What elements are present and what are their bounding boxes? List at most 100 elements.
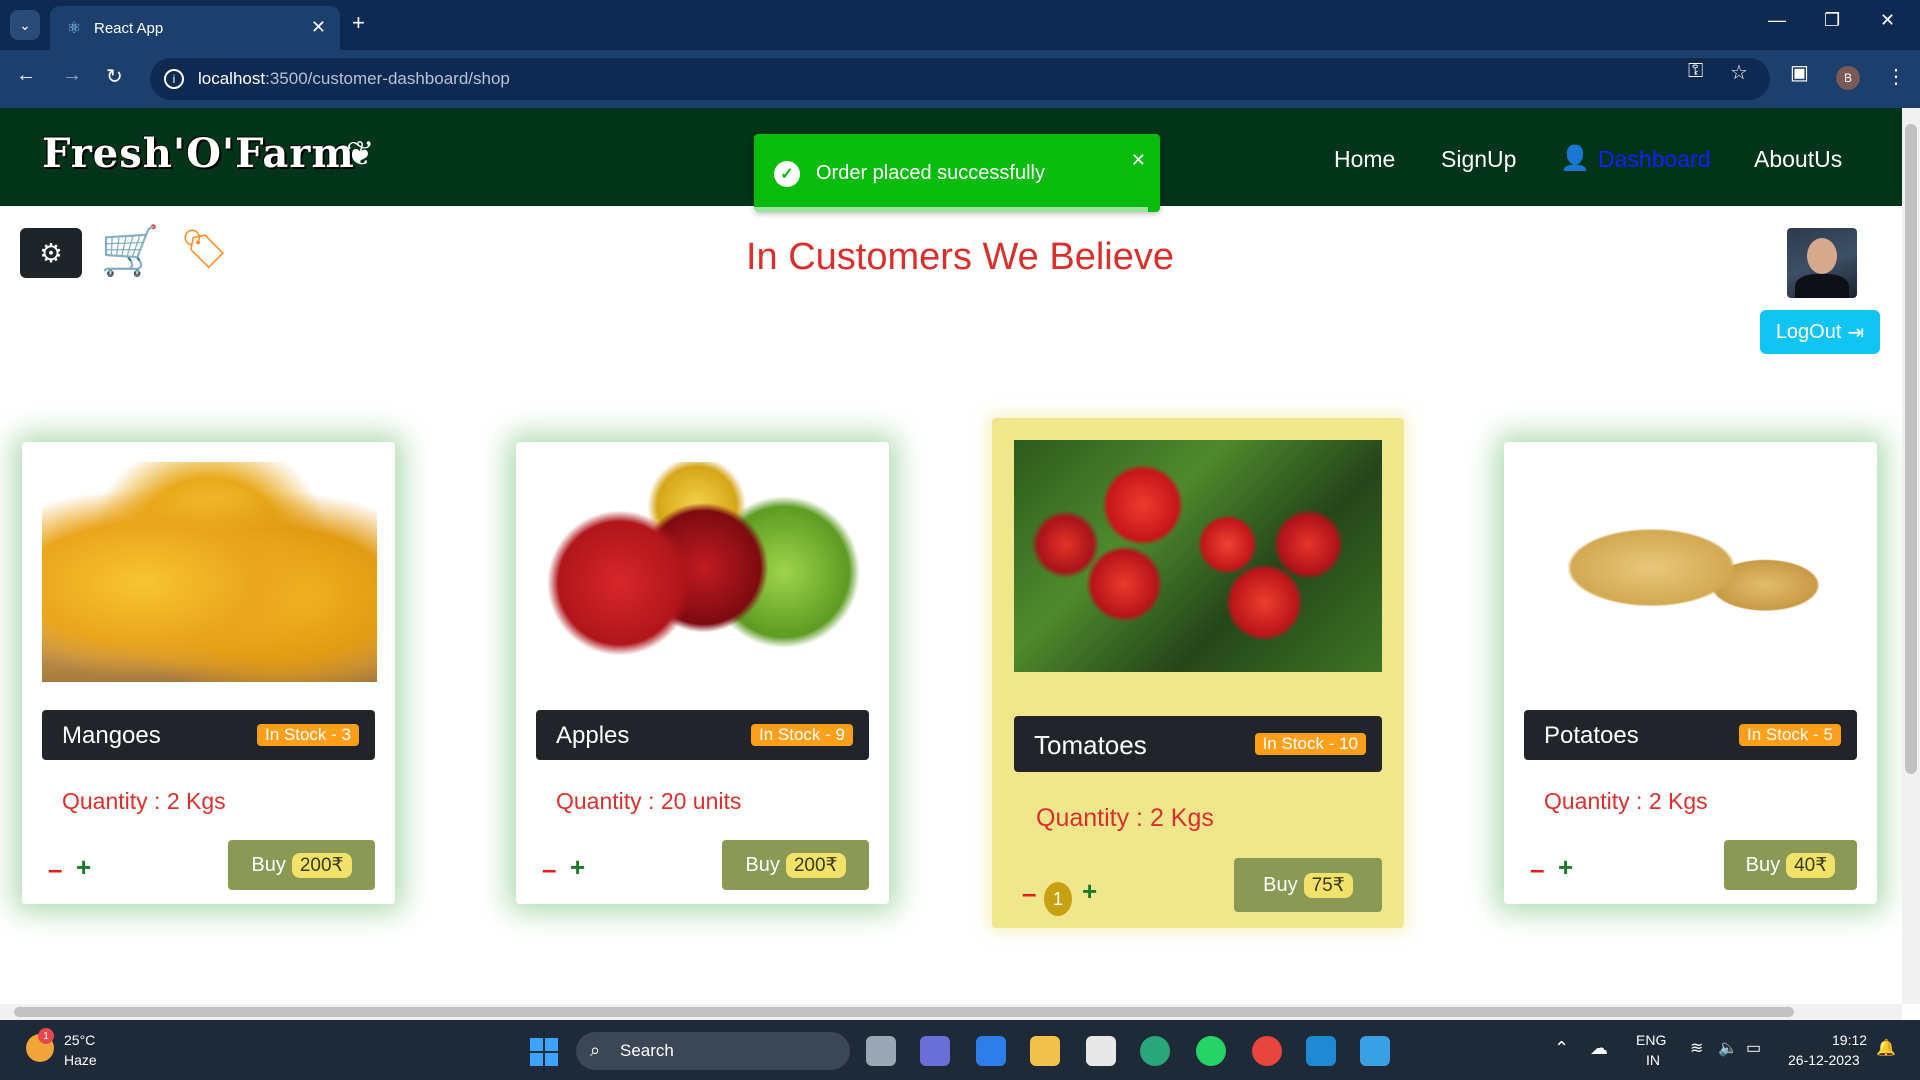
increase-button[interactable]: + xyxy=(76,852,91,883)
side-panel-icon[interactable]: ▣ xyxy=(1790,60,1809,85)
photos-icon[interactable] xyxy=(1360,1036,1390,1066)
mail-icon[interactable] xyxy=(976,1036,1006,1066)
increase-button[interactable]: + xyxy=(1558,852,1573,883)
decrease-button[interactable]: – xyxy=(1022,878,1036,909)
volume-icon[interactable]: 🔈 xyxy=(1718,1038,1738,1058)
edge-icon[interactable] xyxy=(1140,1036,1170,1066)
buy-label: Buy xyxy=(1745,853,1781,876)
teams-chat-icon[interactable] xyxy=(920,1036,950,1066)
new-tab-button[interactable]: + xyxy=(352,10,365,36)
horizontal-scroll-thumb[interactable] xyxy=(14,1007,1794,1017)
buy-label: Buy xyxy=(745,853,780,876)
tab-search-button[interactable]: ⌄ xyxy=(10,10,40,40)
success-toast: ✓ Order placed successfully ✕ xyxy=(754,134,1160,212)
increase-button[interactable]: + xyxy=(1082,876,1097,907)
profile-avatar[interactable]: B xyxy=(1836,66,1860,90)
region-indicator: IN xyxy=(1646,1052,1660,1068)
product-quantity: Quantity : 2 Kgs xyxy=(1544,788,1708,814)
notification-bell-icon[interactable]: 🔔 xyxy=(1876,1038,1896,1058)
product-card-tomatoes: Tomatoes In Stock - 10 Quantity : 2 Kgs … xyxy=(992,418,1404,928)
product-card-potatoes: Potatoes In Stock - 5 Quantity : 2 Kgs –… xyxy=(1504,442,1877,904)
toast-message: Order placed successfully xyxy=(816,161,1045,184)
taskbar-search[interactable]: ⌕ Search xyxy=(576,1032,850,1070)
product-quantity: Quantity : 2 Kgs xyxy=(62,788,226,814)
decrease-button[interactable]: – xyxy=(1530,854,1544,885)
nav-dashboard[interactable]: Dashboard xyxy=(1598,146,1711,173)
logout-icon: ⇥ xyxy=(1847,321,1865,344)
buy-button[interactable]: Buy 200₹ xyxy=(228,840,375,890)
battery-icon[interactable]: ▭ xyxy=(1746,1038,1761,1058)
page-viewport: Fresh'O'Farm ❦ Home SignUp 👤 Dashboard A… xyxy=(0,108,1902,1004)
buy-button[interactable]: Buy 200₹ xyxy=(722,840,869,890)
buy-button[interactable]: Buy 40₹ xyxy=(1724,840,1857,890)
tab-title: React App xyxy=(94,19,164,37)
microsoft-store-icon[interactable] xyxy=(1086,1036,1116,1066)
product-card-apples: Apples In Stock - 9 Quantity : 20 units … xyxy=(516,442,889,904)
decrease-button[interactable]: – xyxy=(48,854,62,885)
buy-label: Buy xyxy=(251,853,286,876)
decrease-button[interactable]: – xyxy=(542,854,556,885)
price-badge: 75₹ xyxy=(1303,872,1353,898)
nav-home[interactable]: Home xyxy=(1334,146,1395,173)
logout-button[interactable]: LogOut ⇥ xyxy=(1760,310,1880,354)
toast-close-icon[interactable]: ✕ xyxy=(1131,150,1146,171)
language-indicator[interactable]: ENG xyxy=(1636,1032,1666,1048)
search-icon: ⌕ xyxy=(590,1040,601,1060)
password-key-icon[interactable]: ⚿ xyxy=(1688,60,1703,83)
vscode-icon[interactable] xyxy=(1306,1036,1336,1066)
forward-button[interactable]: → xyxy=(62,64,82,87)
site-logo[interactable]: Fresh'O'Farm xyxy=(42,130,355,177)
avatar-body xyxy=(1795,274,1849,298)
browser-menu-icon[interactable]: ⋮ xyxy=(1886,64,1906,89)
start-button[interactable] xyxy=(530,1038,558,1066)
increase-button[interactable]: + xyxy=(570,852,585,883)
file-explorer-icon[interactable] xyxy=(1030,1036,1060,1066)
onedrive-icon[interactable]: ☁ xyxy=(1590,1038,1608,1059)
price-badge: 200₹ xyxy=(291,852,352,878)
toast-progress-bar xyxy=(754,207,1148,212)
reload-button[interactable]: ↻ xyxy=(106,64,123,89)
temperature: 25°C xyxy=(64,1032,96,1048)
react-icon: ⚛ xyxy=(66,20,82,37)
nav-aboutus[interactable]: AboutUs xyxy=(1754,146,1842,173)
tab-close-icon[interactable]: ✕ xyxy=(311,17,326,38)
stock-badge: In Stock - 10 xyxy=(1254,733,1366,755)
task-view-icon[interactable] xyxy=(866,1036,896,1066)
whatsapp-icon[interactable] xyxy=(1196,1036,1226,1066)
product-label-bar: Apples In Stock - 9 xyxy=(536,710,869,760)
back-button[interactable]: ← xyxy=(16,64,36,87)
tomato-image xyxy=(1014,440,1382,672)
bookmark-star-icon[interactable]: ☆ xyxy=(1730,60,1748,85)
buy-button[interactable]: Buy 75₹ xyxy=(1234,858,1382,912)
chrome-icon[interactable] xyxy=(1252,1036,1282,1066)
restore-button[interactable]: ❐ xyxy=(1824,10,1840,31)
clock-time[interactable]: 19:12 xyxy=(1832,1032,1867,1048)
browser-tab-strip: ⌄ ⚛ React App ✕ + — ❐ ✕ xyxy=(0,0,1920,50)
url-path: :3500/customer-dashboard/shop xyxy=(265,69,510,88)
windows-taskbar: 1 25°C Haze ⌕ Search ⌃ ☁ ENG IN ≋ 🔈 ▭ 19… xyxy=(0,1020,1920,1080)
price-badge: 200₹ xyxy=(785,852,846,878)
product-quantity: Quantity : 20 units xyxy=(556,788,742,814)
product-name: Apples xyxy=(556,722,630,749)
minimize-button[interactable]: — xyxy=(1768,10,1786,31)
apple-image xyxy=(536,462,871,682)
address-bar[interactable]: i localhost:3500/customer-dashboard/shop xyxy=(150,58,1770,100)
vertical-scroll-thumb[interactable] xyxy=(1905,124,1917,774)
browser-tab[interactable]: ⚛ React App ✕ xyxy=(50,6,340,50)
customer-avatar[interactable] xyxy=(1787,228,1857,298)
wifi-icon[interactable]: ≋ xyxy=(1690,1038,1703,1058)
item-count-badge: 1 xyxy=(1044,882,1072,916)
check-icon: ✓ xyxy=(774,161,800,187)
url-host: localhost xyxy=(198,69,266,88)
product-label-bar: Tomatoes In Stock - 10 xyxy=(1014,716,1382,772)
close-window-button[interactable]: ✕ xyxy=(1880,10,1895,31)
vertical-scrollbar[interactable] xyxy=(1902,108,1920,1004)
nav-signup[interactable]: SignUp xyxy=(1441,146,1516,173)
site-info-icon[interactable]: i xyxy=(164,69,184,89)
show-hidden-icons[interactable]: ⌃ xyxy=(1554,1038,1569,1059)
horizontal-scrollbar[interactable] xyxy=(0,1004,1902,1020)
search-label: Search xyxy=(620,1041,674,1060)
user-icon: 👤 xyxy=(1560,145,1590,172)
stock-badge: In Stock - 9 xyxy=(751,724,853,746)
product-name: Mangoes xyxy=(62,722,161,749)
